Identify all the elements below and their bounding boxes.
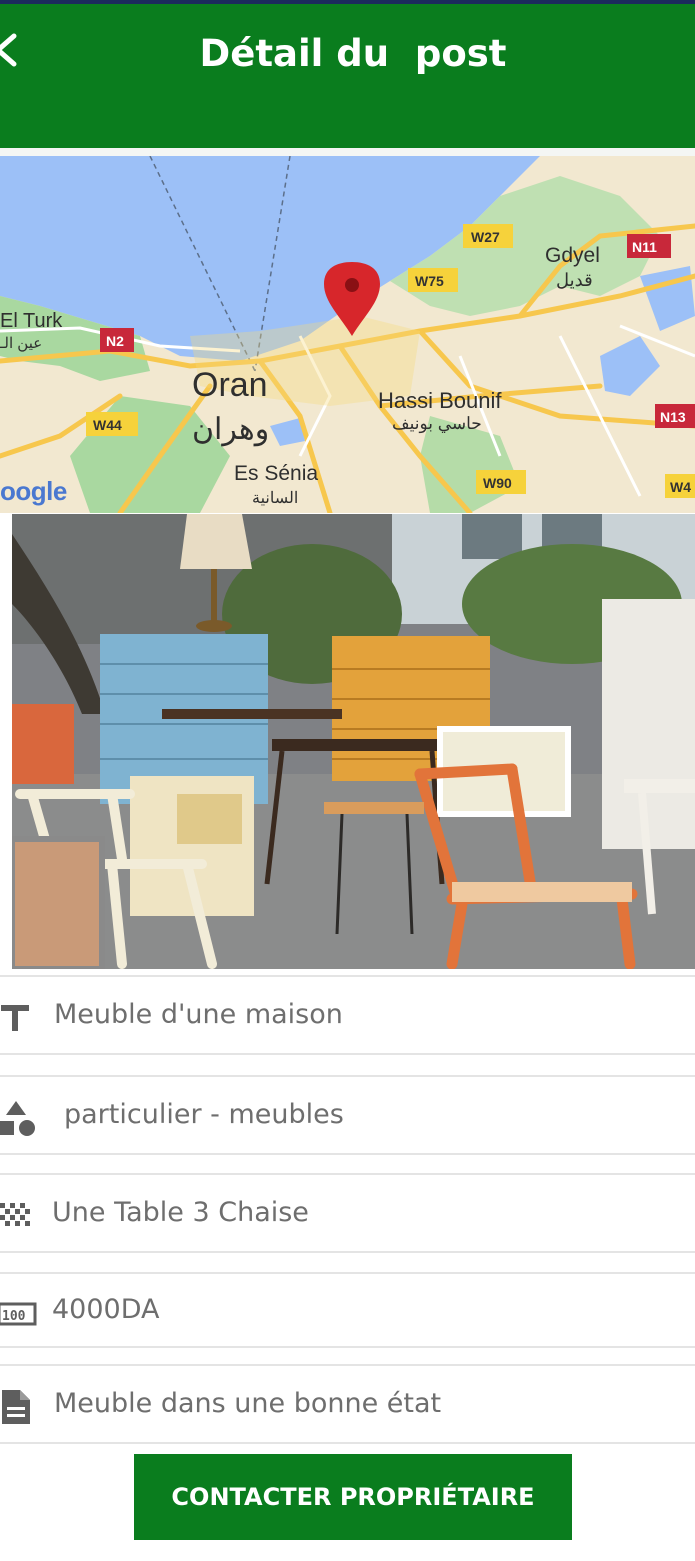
map-label-el-turk-ar: عين الـ — [0, 335, 43, 352]
page-title: Détail du post — [199, 32, 507, 75]
map-label-oran-ar: وهران — [192, 413, 270, 446]
grid-dots-icon — [0, 1197, 34, 1233]
contact-owner-button[interactable]: CONTACTER PROPRIÉTAIRE — [134, 1454, 572, 1540]
map-label-gdyel: Gdyel — [545, 244, 600, 267]
map-label-gdyel-ar: قديل — [556, 270, 593, 290]
field-price: 100 4000DA — [0, 1272, 695, 1348]
field-price-value: 4000DA — [52, 1294, 160, 1325]
google-logo: oogle — [0, 476, 67, 506]
field-title-value: Meuble d'une maison — [54, 999, 343, 1030]
field-items-value: Une Table 3 Chaise — [52, 1197, 309, 1228]
svg-text:W75: W75 — [415, 273, 444, 289]
document-icon — [0, 1388, 34, 1424]
svg-text:W44: W44 — [93, 417, 122, 433]
field-category: particulier - meubles — [0, 1075, 695, 1155]
category-shapes-icon — [0, 1099, 35, 1136]
svg-text:W27: W27 — [471, 229, 500, 245]
map-label-hassi-bounif-ar: حاسي بونيف — [392, 414, 482, 433]
svg-text:N2: N2 — [106, 333, 124, 349]
map-label-hassi-bounif: Hassi Bounif — [378, 388, 502, 413]
divider — [0, 148, 695, 156]
price-counter-icon: 100 — [0, 1296, 37, 1332]
svg-text:N11: N11 — [632, 239, 657, 255]
app-bar: Détail du post — [0, 4, 695, 148]
text-title-icon — [0, 999, 34, 1035]
location-map[interactable]: W27 N11 W75 N2 W44 N13 W90 W4 Oran وهران… — [0, 156, 695, 513]
map-label-es-senia: Es Sénia — [234, 462, 319, 485]
map-label-el-turk: El Turk — [0, 310, 63, 332]
svg-text:100: 100 — [2, 1309, 26, 1324]
svg-text:W4: W4 — [670, 479, 691, 495]
svg-text:W90: W90 — [483, 475, 512, 491]
field-category-value: particulier - meubles — [64, 1099, 344, 1130]
field-title: Meuble d'une maison — [0, 975, 695, 1055]
map-label-oran: Oran — [192, 366, 268, 404]
svg-text:N13: N13 — [660, 409, 686, 425]
field-description-value: Meuble dans une bonne état — [54, 1388, 442, 1419]
field-description: Meuble dans une bonne état — [0, 1364, 695, 1444]
field-items: Une Table 3 Chaise — [0, 1173, 695, 1253]
post-photo[interactable] — [12, 514, 695, 969]
map-label-es-senia-ar: السانية — [252, 490, 299, 507]
